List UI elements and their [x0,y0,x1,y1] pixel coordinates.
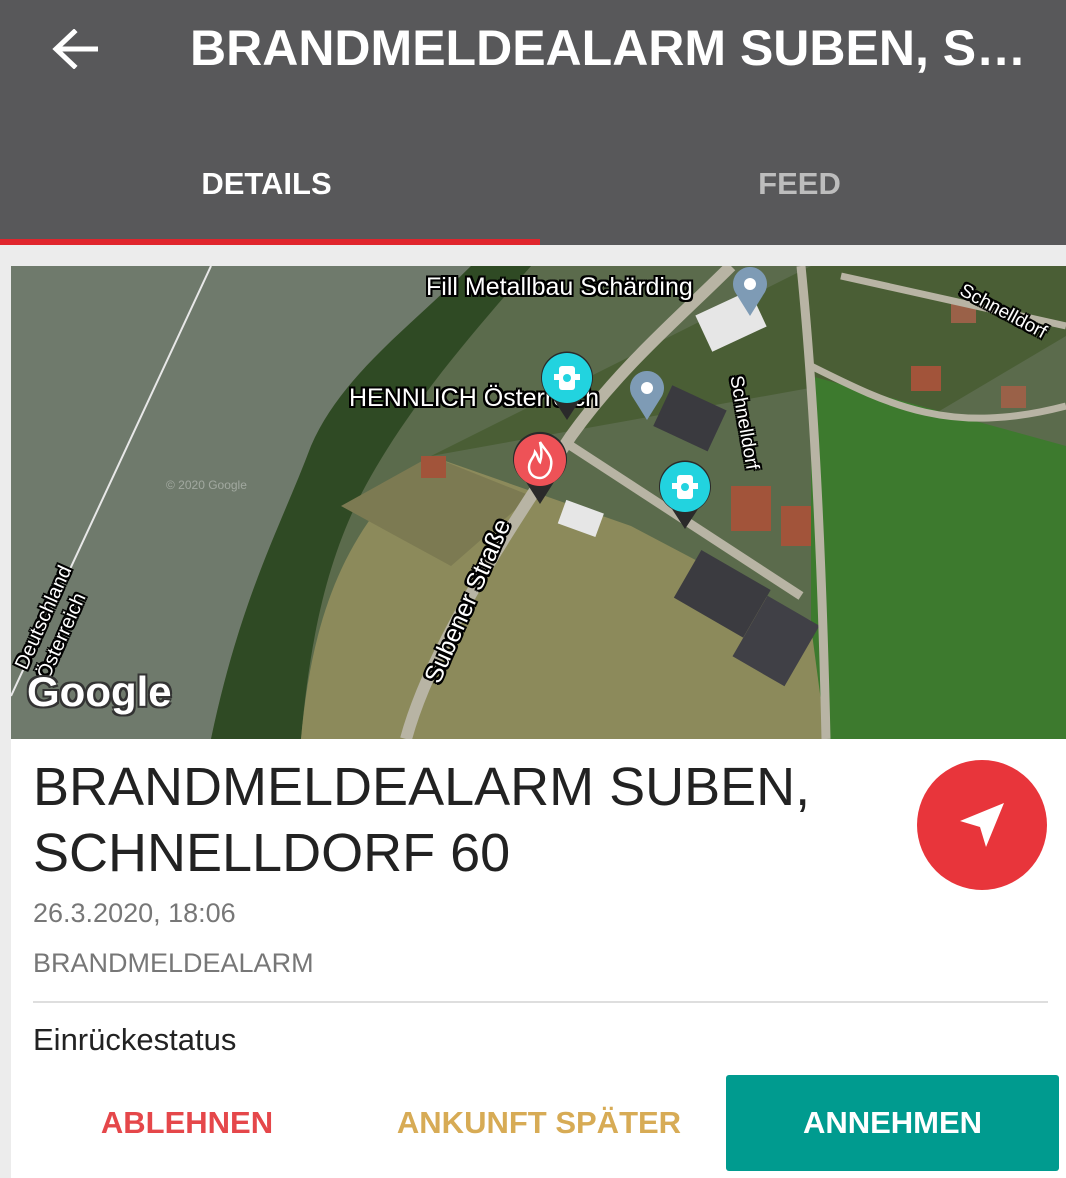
tab-indicator [0,239,540,245]
hydrant-marker-icon[interactable] [657,459,713,531]
navigation-arrow-icon [960,803,1004,847]
incident-title: BRANDMELDEALARM SUBEN, SCHNELLDORF 60 [33,757,811,883]
accept-button[interactable]: ANNEHMEN [726,1075,1059,1171]
back-button[interactable] [40,14,110,84]
map-label-fill-metallbau: Fill Metallbau Schärding [426,273,693,301]
tab-details[interactable]: DETAILS [0,140,533,245]
fire-marker-icon[interactable] [511,430,569,506]
map-watermark: © 2020 Google [166,478,247,492]
poi-pin-icon[interactable] [627,370,667,422]
arrive-later-button[interactable]: ANKUNFT SPÄTER [363,1075,715,1171]
tab-feed[interactable]: FEED [533,140,1066,245]
map-view[interactable]: Fill Metallbau Schärding HENNLICH Österr… [11,266,1066,739]
divider [33,1001,1048,1003]
decline-button[interactable]: ABLEHNEN [11,1075,363,1171]
tab-bar: DETAILS FEED [0,140,1066,245]
hydrant-marker-icon[interactable] [539,350,595,422]
incident-card: Fill Metallbau Schärding HENNLICH Österr… [11,266,1066,1178]
incident-datetime: 26.3.2020, 18:06 [33,898,236,928]
response-status-label: Einrückestatus [33,1022,237,1057]
incident-type: BRANDMELDEALARM [33,948,314,978]
arrow-left-icon [52,29,98,69]
page-title: BRANDMELDEALARM SUBEN, SCHNELLDORF 60 [190,20,1060,76]
app-bar: BRANDMELDEALARM SUBEN, SCHNELLDORF 60 DE… [0,0,1066,245]
google-logo: Google [27,668,172,715]
navigate-button[interactable] [917,760,1047,890]
poi-pin-icon[interactable] [730,266,770,318]
